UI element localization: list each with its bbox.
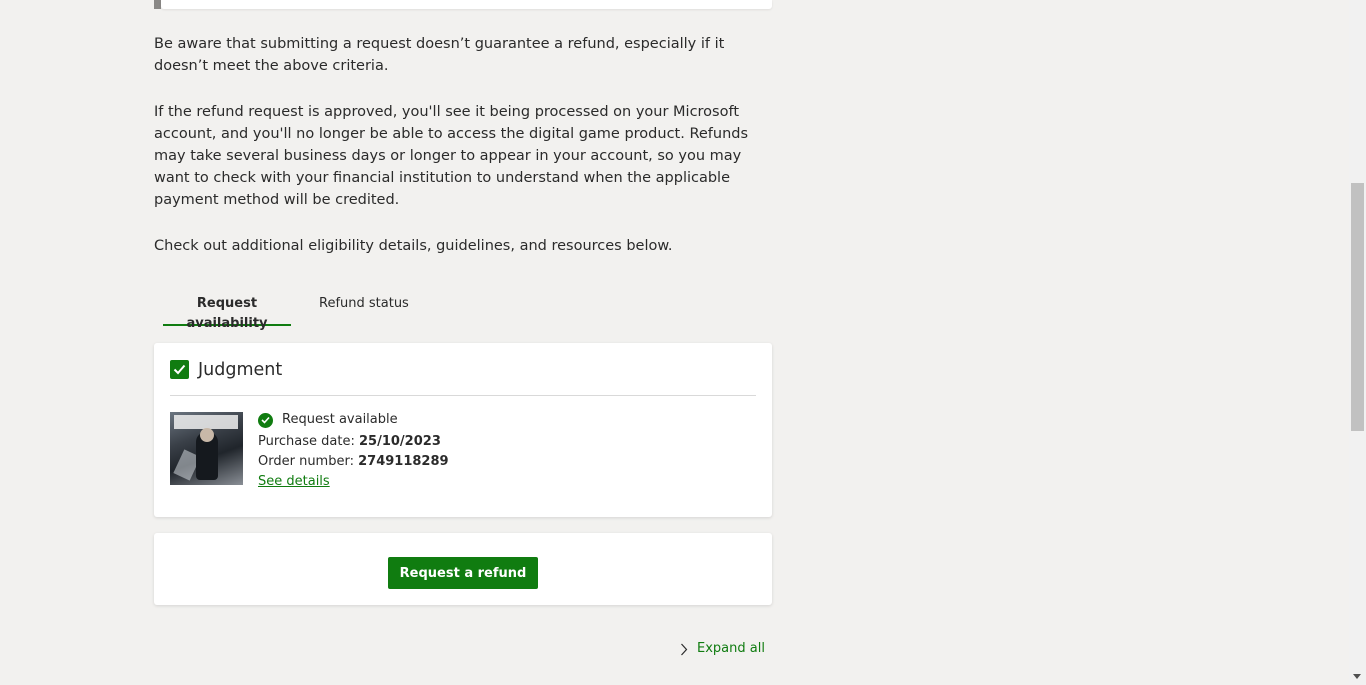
see-details-link[interactable]: See details: [258, 473, 330, 491]
check-circle-icon: [258, 412, 273, 428]
previous-card-accent: [154, 0, 161, 9]
scroll-down-arrow-icon[interactable]: [1353, 674, 1361, 679]
cover-figure-head: [200, 428, 214, 442]
approval-info-paragraph: If the refund request is approved, you'l…: [154, 104, 749, 208]
expand-all-button[interactable]: Expand all: [680, 640, 765, 658]
chevron-right-icon: [681, 643, 688, 655]
tab-request-availability[interactable]: Request availability: [163, 294, 291, 331]
additional-details-paragraph: Check out additional eligibility details…: [154, 238, 673, 254]
scrollbar-thumb[interactable]: [1351, 183, 1364, 431]
game-logo-strip: [174, 415, 238, 429]
purchase-date-value: 25/10/2023: [359, 434, 441, 449]
product-card: Judgment Request available Purchase date…: [154, 343, 772, 517]
tab-refund-status[interactable]: Refund status: [319, 294, 409, 326]
card-divider: [170, 395, 756, 396]
order-number-value: 2749118289: [358, 454, 449, 469]
game-cover-image: [170, 412, 243, 485]
purchase-date-label: Purchase date:: [258, 434, 355, 449]
product-checkbox[interactable]: [170, 360, 189, 379]
request-status-text: Request available: [282, 412, 398, 427]
disclaimer-paragraph: Be aware that submitting a request doesn…: [154, 36, 725, 74]
order-number-label: Order number:: [258, 454, 354, 469]
refund-page: Be aware that submitting a request doesn…: [0, 0, 1366, 685]
request-refund-button[interactable]: Request a refund: [388, 557, 538, 589]
previous-card: [161, 0, 772, 9]
refund-action-card: Request a refund: [154, 533, 772, 605]
checkmark-icon: [173, 364, 186, 375]
product-title: Judgment: [198, 360, 283, 380]
order-number: Order number: 2749118289: [258, 453, 449, 471]
expand-all-label: Expand all: [697, 641, 765, 656]
request-status: Request available: [258, 411, 398, 429]
purchase-date: Purchase date: 25/10/2023: [258, 433, 441, 451]
